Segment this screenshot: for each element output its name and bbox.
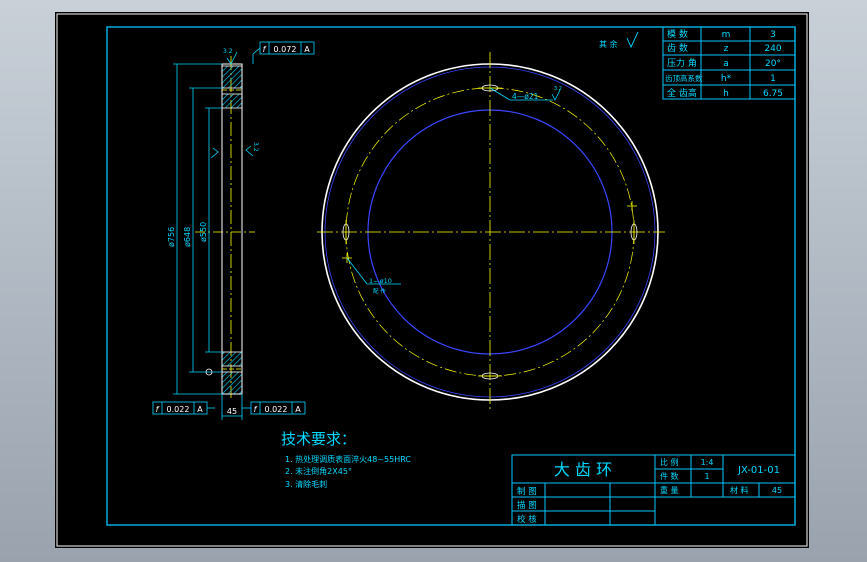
checked-label: 校 核 <box>517 514 537 525</box>
roughness-symbol-icon <box>626 31 639 49</box>
qty-label: 件 数 <box>660 471 679 481</box>
datum-bottom-left: A <box>197 405 203 414</box>
flatness-symbol-br: f <box>254 405 258 414</box>
tech-title: 技术要求： <box>281 430 356 448</box>
param-name-1: 齿 数 <box>667 42 688 54</box>
roughness-value-side: 3.2 <box>252 142 259 152</box>
param-val-2: 20° <box>765 59 781 69</box>
param-name-4: 全 齿高 <box>667 87 697 99</box>
param-val-0: 3 <box>770 30 776 40</box>
front-view: 4—ø21 3.2 1—ø10 配 作 <box>317 52 665 412</box>
param-sym-1: z <box>724 44 729 54</box>
holes-roughness: 3.2 <box>554 86 562 92</box>
roughness-note: 其 余 <box>599 39 618 49</box>
tolerance-bottom-left: 0.022 <box>167 405 190 414</box>
section-view: ø756 ø648 ø550 45 3.2 3.2 f 0.072 A f 0.… <box>152 41 315 420</box>
param-sym-0: m <box>722 30 731 40</box>
param-name-0: 模 数 <box>667 28 688 40</box>
part-name: 大 齿 环 <box>554 460 612 479</box>
holes-callout: 4—ø21 <box>512 92 539 101</box>
dim-width: 45 <box>227 407 237 416</box>
scale-value: 1:4 <box>701 458 714 467</box>
flatness-symbol-top: f <box>263 45 267 54</box>
material-label: 材 料 <box>730 485 749 495</box>
param-val-3: 1 <box>770 74 776 84</box>
pin-note: 配 作 <box>373 287 386 295</box>
drawing-sheet: 模 数 m 3 齿 数 z 240 压力 角 a 20° 齿顶高系数 h* 1 … <box>55 12 809 548</box>
tech-item-1: 1. 热处理调质表面淬火48~55HRC <box>285 454 411 464</box>
weight-label: 重 量 <box>660 485 679 495</box>
drawing-number: JX-01-01 <box>737 465 780 476</box>
dim-outer-diameter: ø756 <box>167 227 176 247</box>
inner-border <box>106 26 796 526</box>
dim-tip-diameter: ø648 <box>183 227 192 247</box>
engineering-drawing: 模 数 m 3 齿 数 z 240 压力 角 a 20° 齿顶高系数 h* 1 … <box>56 13 808 547</box>
param-sym-2: a <box>723 59 729 69</box>
flatness-symbol-bl: f <box>156 405 160 414</box>
datum-bottom-right: A <box>295 405 301 414</box>
pin-callout: 1—ø10 <box>369 277 392 285</box>
datum-top: A <box>304 45 310 54</box>
drawn-label: 制 图 <box>517 486 537 497</box>
tolerance-top: 0.072 <box>274 45 297 54</box>
scale-label: 比 例 <box>660 457 679 467</box>
tolerance-bottom-right: 0.022 <box>265 405 288 414</box>
param-name-3: 齿顶高系数 <box>665 73 703 83</box>
roughness-value-top: 3.2 <box>223 48 233 55</box>
param-val-1: 240 <box>764 44 781 54</box>
param-sym-4: h <box>723 89 729 99</box>
traced-label: 描 图 <box>517 500 537 511</box>
tech-item-3: 3. 清除毛刺 <box>285 479 327 489</box>
tech-item-2: 2. 未注倒角2X45° <box>285 466 352 476</box>
qty-value: 1 <box>704 472 709 481</box>
dim-bore-diameter: ø550 <box>199 222 208 242</box>
param-sym-3: h* <box>721 74 732 84</box>
param-name-2: 压力 角 <box>667 57 697 69</box>
material-value: 45 <box>772 486 782 495</box>
param-val-4: 6.75 <box>763 89 783 99</box>
